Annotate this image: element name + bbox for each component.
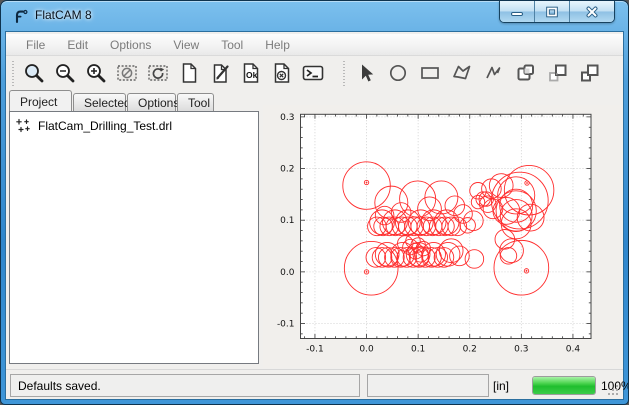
open-file-icon [208, 61, 232, 85]
status-message-box: Defaults saved. [10, 374, 360, 397]
accept-file-icon: Ok [239, 61, 263, 85]
copy-geometry-button[interactable] [544, 59, 571, 86]
shell-button[interactable] [299, 59, 326, 86]
draw-rectangle-button[interactable] [416, 59, 443, 86]
draw-polyline-button[interactable] [480, 59, 507, 86]
move-objects-button[interactable] [576, 59, 603, 86]
menubar: File Edit Options View Tool Help [6, 34, 623, 56]
progress-fill [533, 377, 595, 394]
svg-text:0.2: 0.2 [280, 165, 294, 175]
accept-file-button[interactable]: Ok [237, 59, 264, 86]
tab-options[interactable]: Options [127, 93, 176, 111]
client-area: File Edit Options View Tool Help [5, 31, 624, 400]
zoom-out-button[interactable] [51, 59, 78, 86]
drill-plot: -0.1 0.0 0.1 0.2 0.3 0.4 -0.1 0.0 0.1 0.2 0.3 [263, 105, 623, 368]
drill-marks-icon [16, 118, 32, 134]
new-file-icon [177, 61, 201, 85]
cancel-file-icon [270, 61, 294, 85]
maximize-button[interactable] [535, 1, 570, 23]
flatcam-window: FlatCAM 8 [0, 0, 629, 405]
menu-file[interactable]: File [15, 35, 56, 55]
svg-text:0.1: 0.1 [411, 345, 425, 355]
copy-objects-button[interactable] [512, 59, 539, 86]
move-objects-icon [578, 61, 602, 85]
replot-icon [146, 61, 170, 85]
menu-view[interactable]: View [162, 35, 210, 55]
svg-text:0.0: 0.0 [280, 268, 295, 278]
statusbar: Defaults saved. [in] 100% [6, 369, 623, 399]
copy-geometry-icon [546, 61, 570, 85]
svg-text:-0.1: -0.1 [306, 345, 324, 355]
svg-text:0.4: 0.4 [566, 345, 581, 355]
caption-buttons [499, 1, 615, 23]
polygon-tool-icon [450, 61, 474, 85]
cancel-file-button[interactable] [268, 59, 295, 86]
circle-tool-icon [386, 61, 410, 85]
status-message: Defaults saved. [18, 379, 101, 393]
svg-text:Ok: Ok [246, 70, 258, 80]
flatcam-logo-icon [12, 7, 30, 25]
toolbar-drag-handle[interactable] [12, 61, 15, 86]
progress-bar [532, 376, 596, 395]
rectangle-tool-icon [418, 61, 442, 85]
zoom-out-icon [53, 61, 77, 85]
menu-help[interactable]: Help [254, 35, 301, 55]
copy-objects-icon [514, 61, 538, 85]
close-button[interactable] [570, 1, 614, 23]
polyline-tool-icon [482, 61, 506, 85]
tree-item-label: FlatCam_Drilling_Test.drl [38, 119, 172, 133]
tab-tool[interactable]: Tool [177, 93, 214, 111]
toolbar-drag-handle-2[interactable] [343, 61, 346, 86]
units-label: [in] [493, 379, 509, 393]
menu-tool[interactable]: Tool [210, 35, 254, 55]
titlebar[interactable]: FlatCAM 8 [1, 1, 628, 31]
plot-canvas[interactable]: -0.1 0.0 0.1 0.2 0.3 0.4 -0.1 0.0 0.1 0.2 0.3 [263, 105, 623, 368]
replot-button[interactable] [144, 59, 171, 86]
svg-text:0.3: 0.3 [280, 113, 294, 123]
project-tree[interactable]: FlatCam_Drilling_Test.drl [9, 111, 259, 364]
clear-plot-icon [115, 61, 139, 85]
menu-edit[interactable]: Edit [56, 35, 99, 55]
resize-grip[interactable] [606, 383, 620, 397]
window-title: FlatCAM 8 [35, 8, 92, 22]
minimize-button[interactable] [500, 1, 535, 23]
clear-plot-button[interactable] [113, 59, 140, 86]
draw-circle-button[interactable] [384, 59, 411, 86]
select-arrow-icon [354, 61, 378, 85]
menu-options[interactable]: Options [99, 35, 162, 55]
svg-text:-0.1: -0.1 [277, 320, 295, 330]
svg-text:0.1: 0.1 [280, 216, 294, 226]
status-field-2 [367, 374, 489, 397]
zoom-fit-button[interactable] [20, 59, 47, 86]
svg-text:0.3: 0.3 [514, 345, 528, 355]
draw-polygon-button[interactable] [448, 59, 475, 86]
tree-item-drill-file[interactable]: FlatCam_Drilling_Test.drl [16, 118, 258, 134]
select-tool-button[interactable] [352, 59, 379, 86]
open-file-button[interactable] [206, 59, 233, 86]
zoom-in-button[interactable] [82, 59, 109, 86]
new-file-button[interactable] [175, 59, 202, 86]
tab-selected[interactable]: Selected [73, 93, 126, 111]
svg-text:0.0: 0.0 [359, 345, 374, 355]
shell-icon [301, 61, 325, 85]
tab-project[interactable]: Project [9, 90, 72, 111]
toolbar: Ok [6, 57, 623, 90]
zoom-in-icon [84, 61, 108, 85]
svg-text:0.2: 0.2 [463, 345, 477, 355]
zoom-fit-icon [22, 61, 46, 85]
